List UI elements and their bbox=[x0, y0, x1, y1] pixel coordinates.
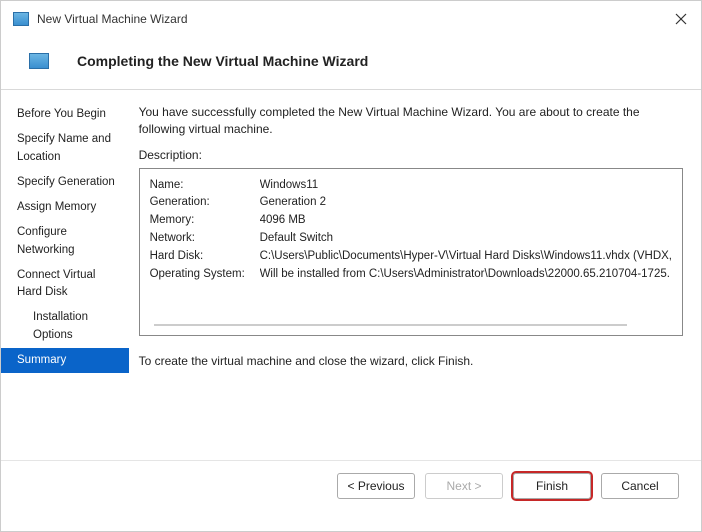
description-row: Operating System:Will be installed from … bbox=[150, 266, 672, 284]
page-title: Completing the New Virtual Machine Wizar… bbox=[77, 53, 368, 69]
wizard-body: Before You BeginSpecify Name and Locatio… bbox=[1, 90, 701, 460]
wizard-header: Completing the New Virtual Machine Wizar… bbox=[1, 37, 701, 89]
window-title: New Virtual Machine Wizard bbox=[37, 12, 188, 26]
description-key: Name: bbox=[150, 177, 260, 195]
sidebar-step[interactable]: Specify Generation bbox=[1, 170, 129, 195]
monitor-icon bbox=[13, 12, 29, 26]
titlebar: New Virtual Machine Wizard bbox=[1, 1, 701, 37]
description-key: Generation: bbox=[150, 194, 260, 212]
description-label: Description: bbox=[139, 148, 683, 162]
sidebar-step[interactable]: Installation Options bbox=[1, 305, 129, 348]
description-value: Windows11 bbox=[260, 177, 319, 195]
description-value: Default Switch bbox=[260, 230, 334, 248]
description-value: C:\Users\Public\Documents\Hyper-V\Virtua… bbox=[260, 248, 672, 266]
description-key: Memory: bbox=[150, 212, 260, 230]
sidebar-step[interactable]: Configure Networking bbox=[1, 220, 129, 263]
finish-button[interactable]: Finish bbox=[513, 473, 591, 499]
sidebar-step[interactable]: Connect Virtual Hard Disk bbox=[1, 263, 129, 306]
description-value: Generation 2 bbox=[260, 194, 327, 212]
close-button[interactable] bbox=[673, 11, 689, 27]
sidebar-step[interactable]: Specify Name and Location bbox=[1, 127, 129, 170]
sidebar-step[interactable]: Summary bbox=[1, 348, 129, 373]
previous-button[interactable]: < Previous bbox=[337, 473, 415, 499]
monitor-icon bbox=[29, 53, 49, 69]
cancel-button[interactable]: Cancel bbox=[601, 473, 679, 499]
close-icon bbox=[675, 13, 687, 25]
description-row: Name:Windows11 bbox=[150, 177, 672, 195]
description-value: 4096 MB bbox=[260, 212, 306, 230]
description-row: Network:Default Switch bbox=[150, 230, 672, 248]
intro-text: You have successfully completed the New … bbox=[139, 104, 683, 138]
description-key: Network: bbox=[150, 230, 260, 248]
next-button: Next > bbox=[425, 473, 503, 499]
wizard-footer: < Previous Next > Finish Cancel bbox=[1, 460, 701, 511]
outro-text: To create the virtual machine and close … bbox=[139, 354, 683, 368]
sidebar-step[interactable]: Assign Memory bbox=[1, 195, 129, 220]
wizard-content: You have successfully completed the New … bbox=[129, 90, 701, 460]
wizard-steps-sidebar: Before You BeginSpecify Name and Locatio… bbox=[1, 90, 129, 460]
description-row: Hard Disk:C:\Users\Public\Documents\Hype… bbox=[150, 248, 672, 266]
description-row: Generation:Generation 2 bbox=[150, 194, 672, 212]
description-key: Operating System: bbox=[150, 266, 260, 284]
horizontal-scrollbar[interactable] bbox=[154, 324, 668, 325]
description-value: Will be installed from C:\Users\Administ… bbox=[260, 266, 670, 284]
description-row: Memory:4096 MB bbox=[150, 212, 672, 230]
description-box: Name:Windows11Generation:Generation 2Mem… bbox=[139, 168, 683, 336]
sidebar-step[interactable]: Before You Begin bbox=[1, 102, 129, 127]
description-key: Hard Disk: bbox=[150, 248, 260, 266]
